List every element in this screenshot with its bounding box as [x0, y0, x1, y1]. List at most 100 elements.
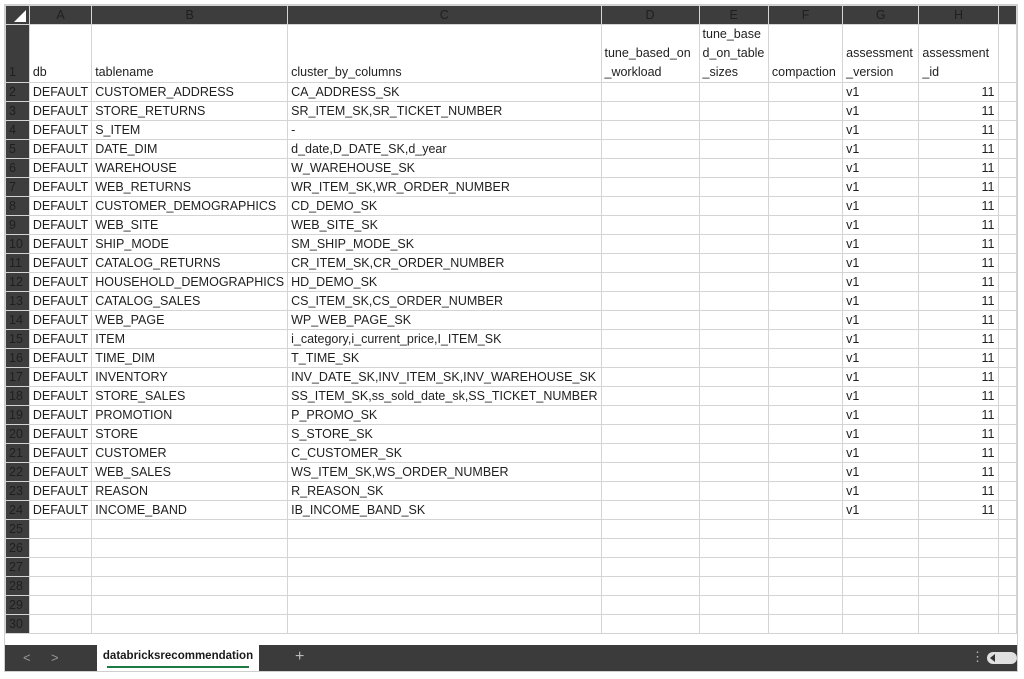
cell[interactable]: INCOME_BAND — [91, 500, 289, 520]
cell[interactable] — [91, 595, 289, 615]
cell[interactable] — [600, 291, 700, 311]
cell[interactable] — [842, 538, 920, 558]
cell[interactable]: tune_based_on_workload — [600, 24, 700, 83]
cell[interactable] — [997, 310, 1017, 330]
cell[interactable]: v1 — [842, 386, 920, 406]
row-header[interactable]: 29 — [5, 595, 30, 615]
cell[interactable] — [767, 234, 844, 254]
row-header[interactable]: 9 — [5, 215, 30, 235]
cell[interactable]: CS_ITEM_SK,CS_ORDER_NUMBER — [287, 291, 602, 311]
cell[interactable] — [842, 576, 920, 596]
cell[interactable]: C_CUSTOMER_SK — [287, 443, 602, 463]
cell[interactable] — [767, 500, 844, 520]
cell[interactable]: S_STORE_SK — [287, 424, 602, 444]
cell[interactable] — [698, 557, 769, 577]
cell[interactable] — [698, 405, 769, 425]
cell[interactable]: DEFAULT — [28, 443, 93, 463]
cell[interactable]: CUSTOMER_DEMOGRAPHICS — [91, 196, 289, 216]
cell[interactable] — [918, 557, 999, 577]
cell[interactable]: DATE_DIM — [91, 139, 289, 159]
cell[interactable] — [91, 576, 289, 596]
cell[interactable]: HOUSEHOLD_DEMOGRAPHICS — [91, 272, 289, 292]
cell[interactable] — [997, 481, 1017, 501]
cell[interactable]: 11 — [918, 196, 999, 216]
column-header-a[interactable]: A — [28, 5, 93, 25]
cell[interactable] — [600, 234, 700, 254]
cell[interactable]: v1 — [842, 139, 920, 159]
cell[interactable] — [997, 253, 1017, 273]
cell[interactable] — [918, 576, 999, 596]
cell[interactable]: 11 — [918, 481, 999, 501]
cell[interactable] — [918, 595, 999, 615]
cell[interactable] — [600, 158, 700, 178]
cell[interactable] — [767, 272, 844, 292]
cell[interactable] — [698, 177, 769, 197]
cell[interactable] — [997, 519, 1017, 539]
cell[interactable]: DEFAULT — [28, 462, 93, 482]
cell[interactable]: INVENTORY — [91, 367, 289, 387]
cell[interactable]: d_date,D_DATE_SK,d_year — [287, 139, 602, 159]
cell[interactable]: CUSTOMER_ADDRESS — [91, 82, 289, 102]
cell[interactable]: WP_WEB_PAGE_SK — [287, 310, 602, 330]
row-header[interactable]: 16 — [5, 348, 30, 368]
cell[interactable] — [600, 329, 700, 349]
cell[interactable]: v1 — [842, 367, 920, 387]
cell[interactable] — [287, 519, 602, 539]
cell[interactable] — [918, 519, 999, 539]
cell[interactable] — [287, 614, 602, 634]
select-all-corner[interactable] — [5, 5, 30, 25]
cell[interactable] — [767, 348, 844, 368]
cell[interactable]: CD_DEMO_SK — [287, 196, 602, 216]
cell[interactable]: 11 — [918, 443, 999, 463]
cell[interactable]: DEFAULT — [28, 177, 93, 197]
cell[interactable] — [287, 576, 602, 596]
row-header[interactable]: 17 — [5, 367, 30, 387]
cell[interactable]: HD_DEMO_SK — [287, 272, 602, 292]
cell[interactable]: 11 — [918, 272, 999, 292]
cell[interactable] — [997, 443, 1017, 463]
cell[interactable] — [997, 177, 1017, 197]
row-header[interactable]: 28 — [5, 576, 30, 596]
column-header-h[interactable]: H — [918, 5, 999, 25]
cell[interactable]: v1 — [842, 101, 920, 121]
cell[interactable] — [28, 519, 93, 539]
cell[interactable]: CATALOG_RETURNS — [91, 253, 289, 273]
row-header[interactable]: 4 — [5, 120, 30, 140]
row-header[interactable]: 11 — [5, 253, 30, 273]
cell[interactable]: DEFAULT — [28, 234, 93, 254]
cell[interactable]: CR_ITEM_SK,CR_ORDER_NUMBER — [287, 253, 602, 273]
cell[interactable] — [767, 177, 844, 197]
cell[interactable] — [698, 386, 769, 406]
cell[interactable] — [287, 538, 602, 558]
cell[interactable] — [767, 82, 844, 102]
cell[interactable]: W_WAREHOUSE_SK — [287, 158, 602, 178]
cell[interactable]: DEFAULT — [28, 196, 93, 216]
row-header[interactable]: 21 — [5, 443, 30, 463]
cell[interactable]: 11 — [918, 253, 999, 273]
cell[interactable] — [698, 82, 769, 102]
row-header[interactable]: 26 — [5, 538, 30, 558]
cell[interactable]: 11 — [918, 215, 999, 235]
cell[interactable] — [997, 614, 1017, 634]
cell[interactable]: 11 — [918, 101, 999, 121]
cell[interactable] — [767, 291, 844, 311]
cell[interactable]: i_category,i_current_price,I_ITEM_SK — [287, 329, 602, 349]
cell[interactable]: assessment_version — [842, 24, 920, 83]
column-header-d[interactable]: D — [600, 5, 700, 25]
cell[interactable] — [698, 158, 769, 178]
cell[interactable]: DEFAULT — [28, 424, 93, 444]
cell[interactable]: INV_DATE_SK,INV_ITEM_SK,INV_WAREHOUSE_SK — [287, 367, 602, 387]
cell[interactable] — [767, 310, 844, 330]
cell[interactable]: 11 — [918, 291, 999, 311]
cell[interactable]: 11 — [918, 405, 999, 425]
row-header[interactable]: 30 — [5, 614, 30, 634]
cell[interactable] — [28, 576, 93, 596]
column-header-c[interactable]: C — [287, 5, 602, 25]
cell[interactable] — [997, 348, 1017, 368]
cell[interactable] — [767, 196, 844, 216]
cell[interactable] — [698, 348, 769, 368]
cell[interactable] — [842, 519, 920, 539]
row-header[interactable]: 12 — [5, 272, 30, 292]
cell[interactable] — [997, 462, 1017, 482]
cell[interactable] — [600, 120, 700, 140]
